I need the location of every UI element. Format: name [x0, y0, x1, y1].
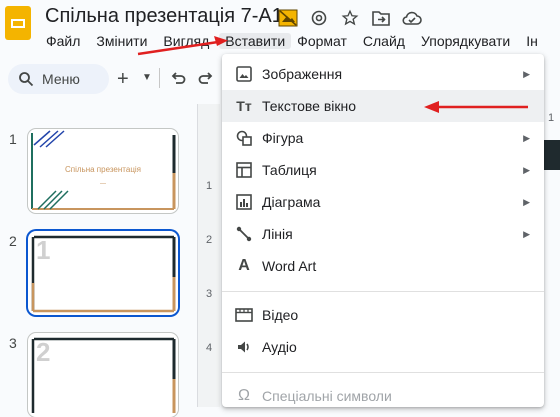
submenu-arrow-icon: ▶: [523, 68, 530, 79]
submenu-arrow-icon: ▶: [523, 164, 530, 175]
ruler-tick: 2: [206, 234, 213, 246]
menu-item-label: Зображення: [262, 66, 343, 82]
word-art-icon: A: [238, 257, 250, 274]
menu-file[interactable]: Файл: [46, 33, 88, 49]
slide-thumbnail-3[interactable]: 2: [28, 333, 178, 417]
plus-icon[interactable]: +: [117, 68, 129, 91]
menu-item-label: Word Art: [262, 258, 317, 274]
menu-item-video[interactable]: Відео: [222, 299, 544, 331]
menu-item-label: Лінія: [262, 226, 293, 242]
menu-divider: [222, 291, 544, 292]
menu-item-image[interactable]: Зображення ▶: [222, 58, 544, 90]
line-icon: [234, 224, 254, 244]
menu-item-label: Таблиця: [262, 162, 317, 178]
table-icon: [234, 160, 254, 180]
ruler-tick: 4: [206, 342, 213, 354]
image-icon: [234, 64, 254, 84]
menu-item-label: Діаграма: [262, 194, 321, 210]
menu-item-table[interactable]: Таблиця ▶: [222, 154, 544, 186]
audio-icon: [234, 337, 254, 357]
menu-edit[interactable]: Змінити: [96, 33, 155, 49]
move-folder-icon[interactable]: [369, 8, 393, 28]
menu-more[interactable]: Ін: [526, 33, 546, 49]
menu-slide[interactable]: Слайд: [363, 33, 413, 49]
slide-number: 3: [9, 335, 17, 351]
vertical-ruler: 1 2 3 4: [197, 104, 220, 407]
menu-view[interactable]: Вигляд: [163, 33, 217, 49]
menu-item-label: Аудіо: [262, 339, 297, 355]
ruler-tick: 1: [206, 180, 213, 192]
menu-insert[interactable]: Вставити: [219, 33, 292, 49]
slide-thumbnail-title: Спільна презентація: [64, 165, 142, 174]
menu-arrange[interactable]: Упорядкувати: [421, 33, 518, 49]
menu-item-label: Відео: [262, 307, 299, 323]
menu-item-audio[interactable]: Аудіо: [222, 331, 544, 363]
menu-item-label: Текстове вікно: [262, 98, 357, 114]
menu-item-line[interactable]: Лінія ▶: [222, 218, 544, 250]
video-icon: [234, 305, 254, 325]
star-icon[interactable]: [338, 8, 362, 28]
menu-item-chart[interactable]: Діаграма ▶: [222, 186, 544, 218]
menu-item-word-art[interactable]: A Word Art: [222, 250, 544, 282]
slide-thumbnail-2[interactable]: 1: [28, 231, 178, 315]
menu-item-label: Фігура: [262, 130, 304, 146]
undo-icon[interactable]: [170, 70, 186, 89]
slide-thumbnail-1[interactable]: Спільна презентація —: [28, 129, 178, 213]
search-icon: [19, 72, 34, 87]
slides-logo-icon[interactable]: [5, 6, 31, 40]
menu-search-label: Меню: [42, 71, 80, 87]
slide-thumbnail-caption: —: [100, 181, 106, 187]
menu-format[interactable]: Формат: [297, 33, 355, 49]
submenu-arrow-icon: ▶: [523, 132, 530, 143]
menu-search-button[interactable]: Меню: [8, 64, 109, 94]
menubar: Файл Змінити Вигляд Вставити Формат Слай…: [46, 33, 554, 49]
slide-number: 2: [9, 233, 17, 249]
slide-placeholder-number: 2: [36, 337, 51, 367]
omega-icon: Ω: [238, 387, 250, 404]
menu-item-label: Спеціальні символи: [262, 388, 392, 404]
title-icons: [276, 8, 431, 28]
not-synced-icon[interactable]: [276, 8, 300, 28]
menu-item-special-characters[interactable]: Ω Спеціальні символи: [222, 380, 544, 412]
cloud-status-icon[interactable]: [400, 8, 424, 28]
at-sign-icon[interactable]: [307, 8, 331, 28]
menu-divider: [222, 372, 544, 373]
text-box-icon: Tт: [236, 98, 252, 114]
submenu-arrow-icon: ▶: [523, 228, 530, 239]
slide-placeholder-number: 1: [36, 235, 51, 265]
insert-menu: Зображення ▶ Tт Текстове вікно Фігура ▶ …: [222, 54, 544, 407]
caret-down-icon[interactable]: ▼: [142, 72, 152, 83]
document-title[interactable]: Спільна презентація 7-А1: [45, 5, 283, 28]
ruler-tick: 3: [206, 288, 213, 300]
horizontal-ruler-tick: 1: [548, 112, 555, 124]
menu-item-shape[interactable]: Фігура ▶: [222, 122, 544, 154]
menu-item-text-box[interactable]: Tт Текстове вікно: [222, 90, 544, 122]
toolbar-divider: [159, 68, 160, 88]
shape-icon: [234, 128, 254, 148]
slide-number: 1: [9, 131, 17, 147]
redo-icon[interactable]: [198, 70, 214, 89]
submenu-arrow-icon: ▶: [523, 196, 530, 207]
chart-icon: [234, 192, 254, 212]
